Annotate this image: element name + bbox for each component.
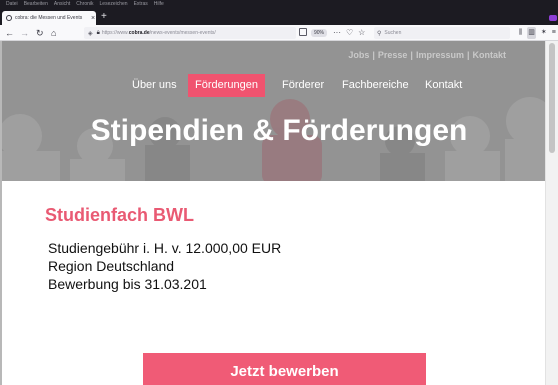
new-tab-button[interactable]: + (101, 12, 107, 22)
nav-foerderer[interactable]: Förderer (282, 74, 324, 97)
menu-tools[interactable]: Extras (134, 1, 148, 7)
bookmark-star-icon[interactable]: ☆ (358, 27, 365, 39)
scholarship-card: Studienfach BWL Studiengebühr i. H. v. 1… (0, 181, 545, 385)
extension-icon[interactable]: ✶ (541, 27, 547, 39)
detail-region: Region Deutschland (48, 258, 175, 274)
link-impressum[interactable]: Impressum (416, 50, 464, 60)
menu-bookmarks[interactable]: Lesezeichen (100, 1, 128, 7)
browser-chrome: Datei Bearbeiten Ansicht Chronik Lesezei… (0, 0, 558, 41)
menu-history[interactable]: Chronik (76, 1, 93, 7)
tab-strip: cobra: die Messen und Events × + (0, 9, 558, 25)
search-placeholder: Suchen (384, 30, 402, 36)
library-icon[interactable]: ⫼ (519, 27, 522, 39)
reload-icon[interactable]: ↻ (36, 27, 44, 39)
nav-fachbereiche[interactable]: Fachbereiche (342, 74, 409, 97)
link-presse[interactable]: Presse (378, 50, 408, 60)
page-scrollbar[interactable] (545, 41, 558, 385)
tab-title: cobra: die Messen und Events (15, 15, 83, 21)
page-left-edge (0, 41, 2, 385)
hero-title: Stipendien & Förderungen (90, 114, 468, 147)
forward-arrow-icon[interactable]: → (20, 27, 29, 39)
detail-deadline: Bewerbung bis 31.03.201 (48, 276, 207, 292)
nav-foerderungen[interactable]: Förderungen (188, 74, 265, 97)
top-links: Jobs | Presse | Impressum | Kontakt (348, 50, 506, 60)
reader-view-icon[interactable] (299, 28, 307, 36)
zoom-level[interactable]: 90% (311, 29, 328, 37)
nav-ueber-uns[interactable]: Über uns (132, 74, 177, 97)
search-bar[interactable]: ⚲ Suchen (374, 27, 510, 39)
hero-background-image (0, 41, 558, 181)
menu-bar: Datei Bearbeiten Ansicht Chronik Lesezei… (0, 0, 558, 9)
menu-help[interactable]: Hilfe (154, 1, 164, 7)
link-kontakt-top[interactable]: Kontakt (473, 50, 507, 60)
link-jobs[interactable]: Jobs (348, 50, 369, 60)
tracking-shield-icon[interactable]: ◈ (88, 30, 93, 37)
menu-view[interactable]: Ansicht (54, 1, 70, 7)
hero-section: Jobs | Presse | Impressum | Kontakt Über uns F… (0, 41, 558, 181)
hamburger-menu-icon[interactable]: ≡ (552, 27, 556, 39)
nav-kontakt[interactable]: Kontakt (425, 74, 462, 97)
address-bar[interactable]: ◈ 🔒︎ https://www.cobra.de/news-events/me… (84, 27, 296, 39)
back-arrow-icon[interactable]: ← (5, 27, 14, 39)
lock-icon[interactable]: 🔒︎ (97, 30, 100, 37)
scrollbar-thumb[interactable] (549, 43, 555, 153)
home-icon[interactable]: ⌂ (51, 27, 56, 39)
main-navigation: Über uns Förderungen Förderer Fachbereic… (0, 74, 558, 97)
favicon-icon (6, 15, 12, 21)
subject-title: Studienfach BWL (45, 205, 194, 225)
sidebar-icon[interactable]: ▥ (527, 27, 536, 39)
page-actions-icon[interactable]: ··· (333, 27, 341, 39)
tab-active[interactable]: cobra: die Messen und Events × (2, 11, 96, 25)
nav-toolbar: ← → ↻ ⌂ ◈ 🔒︎ https://www.cobra.de/news-e… (0, 25, 558, 41)
tab-close-icon[interactable]: × (91, 15, 95, 22)
menu-file[interactable]: Datei (6, 1, 18, 7)
url-text: https://www.cobra.de/news-events/messen-… (101, 30, 216, 36)
apply-button[interactable]: Jetzt bewerben (143, 353, 426, 385)
menu-edit[interactable]: Bearbeiten (24, 1, 48, 7)
detail-tuition: Studiengebühr i. H. v. 12.000,00 EUR (48, 240, 282, 256)
search-icon: ⚲ (377, 30, 382, 37)
private-browsing-icon (549, 15, 557, 21)
pocket-icon[interactable]: ♡ (346, 27, 353, 39)
